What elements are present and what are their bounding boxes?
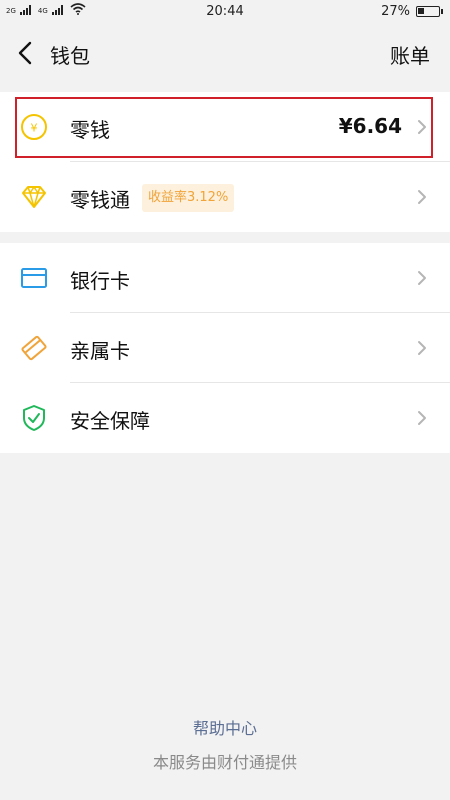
yuan-coin-icon: ¥ — [21, 114, 47, 140]
security-label: 安全保障 — [70, 409, 150, 433]
diamond-icon — [22, 186, 46, 208]
bank-card-icon — [21, 268, 47, 288]
service-note: 本服务由财付通提供 — [152, 753, 297, 772]
change-label: 零钱 — [70, 118, 110, 142]
list-item-family-card[interactable]: 亲属卡 — [0, 313, 450, 383]
change-pass-label: 零钱通 — [70, 188, 130, 212]
wallet-group: ¥ 零钱 ¥6.64 零钱通 收益率3.12% — [0, 92, 450, 232]
page-title: 钱包 — [50, 44, 90, 68]
chevron-right-icon — [418, 190, 426, 204]
chevron-right-icon — [418, 341, 426, 355]
shield-check-icon — [23, 405, 45, 431]
help-center-link[interactable]: 帮助中心 — [0, 715, 450, 739]
list-item-change[interactable]: ¥ 零钱 ¥6.64 — [0, 92, 450, 162]
svg-text:¥: ¥ — [31, 122, 38, 135]
family-card-icon — [21, 335, 47, 361]
list-item-security[interactable]: 安全保障 — [0, 383, 450, 453]
yield-rate-badge: 收益率3.12% — [142, 184, 235, 212]
nav-bar: 钱包 账单 — [0, 24, 450, 84]
family-card-label: 亲属卡 — [70, 339, 130, 363]
chevron-right-icon — [418, 120, 426, 134]
bill-button[interactable]: 账单 — [390, 40, 430, 69]
bank-card-label: 银行卡 — [70, 269, 130, 293]
chevron-right-icon — [418, 271, 426, 285]
battery-icon — [416, 6, 443, 17]
back-arrow-icon[interactable] — [14, 38, 38, 68]
list-item-bank-card[interactable]: 银行卡 — [0, 243, 450, 313]
cards-group: 银行卡 亲属卡 安全保障 — [0, 243, 450, 453]
chevron-right-icon — [418, 411, 426, 425]
status-bar: 2G 4G 20:44 27% — [0, 0, 450, 24]
list-item-change-pass[interactable]: 零钱通 收益率3.12% — [0, 162, 450, 232]
change-amount: ¥6.64 — [338, 114, 402, 138]
battery-percent: 27% — [381, 4, 410, 19]
